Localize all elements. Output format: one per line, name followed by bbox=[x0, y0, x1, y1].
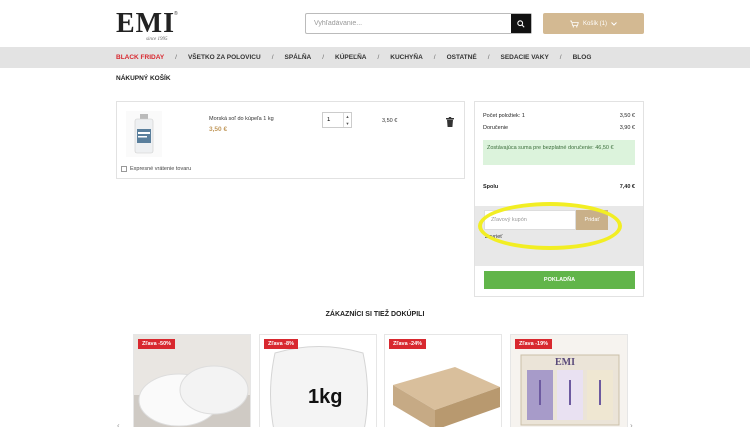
product-card[interactable]: Zľava -24% bbox=[384, 334, 502, 427]
quantity-input[interactable] bbox=[323, 113, 343, 127]
coupon-input[interactable] bbox=[484, 210, 576, 230]
express-return-label: Expresné vrátenie tovaru bbox=[130, 166, 192, 172]
product-card[interactable]: Zľava -50% bbox=[133, 334, 251, 427]
total-value: 7,40 € bbox=[619, 184, 635, 190]
nav-separator: / bbox=[175, 54, 177, 61]
nav-separator: / bbox=[322, 54, 325, 61]
product-card[interactable]: Zľava -19% EMI bbox=[510, 334, 628, 427]
nav-separator: / bbox=[433, 54, 436, 61]
search-icon bbox=[517, 19, 525, 28]
summary-items-row: Počet položiek: 1 3,50 € bbox=[483, 113, 635, 119]
discount-badge: Zľava -50% bbox=[138, 339, 176, 349]
logo[interactable]: EMI ® since 1995 bbox=[116, 8, 180, 43]
quantity-down-icon[interactable]: ▼ bbox=[346, 121, 350, 126]
discount-badge: Zľava -19% bbox=[515, 339, 553, 349]
nav-item-kuchyna[interactable]: KUCHYŇA bbox=[390, 54, 423, 61]
main-nav: BLACK FRIDAY / VŠETKO ZA POLOVICU / SPÁL… bbox=[0, 47, 750, 68]
nav-item-black-friday[interactable]: BLACK FRIDAY bbox=[116, 54, 164, 61]
summary-total-row: Spolu 7,40 € bbox=[483, 184, 635, 190]
carousel-prev-arrow[interactable]: ‹ bbox=[117, 421, 120, 427]
product-image[interactable] bbox=[126, 111, 162, 157]
discount-badge: Zľava -24% bbox=[389, 339, 427, 349]
nav-item-sedacie-vaky[interactable]: SEDACIE VAKY bbox=[501, 54, 549, 61]
nav-item-blog[interactable]: BLOG bbox=[573, 54, 592, 61]
coupon-close-link[interactable]: Zavrieť bbox=[485, 234, 502, 240]
items-value: 3,50 € bbox=[619, 113, 635, 119]
order-summary: Počet položiek: 1 3,50 € Doručenie 3,90 … bbox=[474, 101, 644, 297]
recommended-title: ZÁKAZNÍCI SI TIEŽ DOKÚPILI bbox=[325, 311, 425, 318]
logo-subtitle: since 1995 bbox=[146, 37, 168, 42]
carousel-next-arrow[interactable]: › bbox=[630, 421, 633, 427]
cart-items-box: Morská soľ do kúpeľa 1 kg 3,50 € ▲ ▼ 3,5… bbox=[116, 101, 465, 179]
quantity-arrows: ▲ ▼ bbox=[343, 113, 351, 127]
checkout-button[interactable]: POKLADŇA bbox=[484, 271, 635, 289]
nav-separator: / bbox=[377, 54, 380, 61]
gift-set-logo-text: EMI bbox=[555, 357, 575, 368]
total-label: Spolu bbox=[483, 184, 499, 190]
chevron-down-icon bbox=[611, 21, 617, 26]
shipping-value: 3,90 € bbox=[619, 125, 635, 131]
nav-item-kupelna[interactable]: KÚPEĽŇA bbox=[335, 54, 366, 61]
delete-item-button[interactable] bbox=[446, 114, 454, 127]
cart-button[interactable]: Košík (1) bbox=[543, 13, 644, 34]
express-return-checkbox[interactable] bbox=[121, 166, 127, 172]
product-price: 3,50 € bbox=[209, 126, 228, 133]
logo-text: EMI bbox=[116, 8, 175, 39]
pillow-weight-text: 1kg bbox=[308, 386, 342, 408]
cart-icon bbox=[569, 20, 579, 28]
product-name[interactable]: Morská soľ do kúpeľa 1 kg bbox=[209, 116, 274, 122]
free-shipping-note: Zostávajúca suma pre bezplatné doručenie… bbox=[483, 140, 635, 165]
search-button[interactable] bbox=[511, 14, 531, 33]
discount-badge: Zľava -8% bbox=[264, 339, 298, 349]
page-title: NÁKUPNÝ KOŠÍK bbox=[116, 75, 171, 82]
nav-separator: / bbox=[487, 54, 490, 61]
cart-label: Košík (1) bbox=[582, 20, 607, 27]
search-bar bbox=[305, 13, 532, 34]
quantity-stepper: ▲ ▼ bbox=[322, 112, 352, 128]
summary-shipping-row: Doručenie 3,90 € bbox=[483, 125, 635, 131]
express-return-option[interactable]: Expresné vrátenie tovaru bbox=[121, 166, 191, 172]
product-bottle-image bbox=[134, 114, 154, 154]
product-card[interactable]: Zľava -8% 1kg bbox=[259, 334, 377, 427]
items-count-label: Počet položiek: 1 bbox=[483, 113, 525, 119]
nav-item-vsetko-za-polovicu[interactable]: VŠETKO ZA POLOVICU bbox=[188, 54, 261, 61]
line-total: 3,50 € bbox=[382, 118, 398, 124]
nav-item-ostatne[interactable]: OSTATNÉ bbox=[447, 54, 477, 61]
trash-icon bbox=[446, 117, 454, 127]
nav-item-spalna[interactable]: SPÁLŇA bbox=[285, 54, 312, 61]
nav-list: BLACK FRIDAY / VŠETKO ZA POLOVICU / SPÁL… bbox=[116, 47, 591, 68]
apply-coupon-button[interactable]: Pridať bbox=[576, 210, 608, 230]
registered-mark: ® bbox=[174, 11, 178, 17]
search-input[interactable] bbox=[306, 14, 512, 33]
nav-separator: / bbox=[271, 54, 274, 61]
nav-separator: / bbox=[559, 54, 562, 61]
quantity-up-icon[interactable]: ▲ bbox=[346, 114, 350, 119]
shipping-label: Doručenie bbox=[483, 125, 509, 131]
